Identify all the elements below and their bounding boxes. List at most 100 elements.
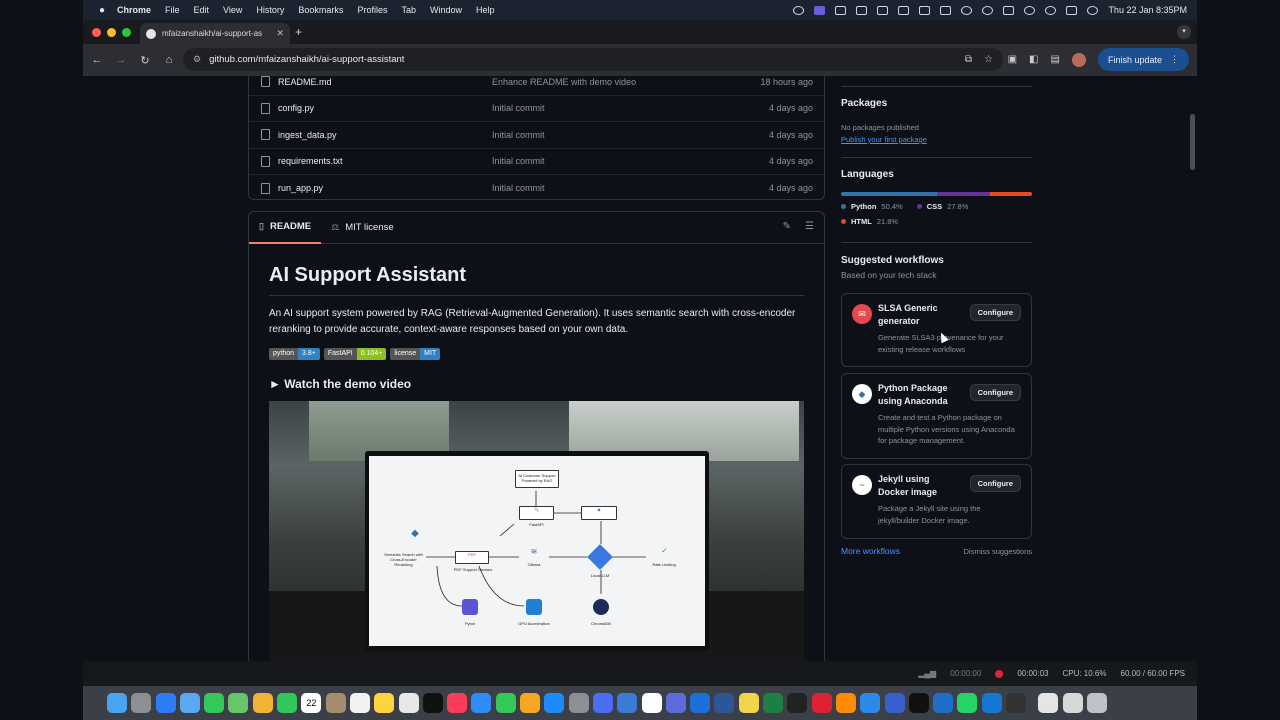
tv-icon[interactable] [422, 693, 443, 713]
facetime-icon[interactable] [277, 693, 298, 713]
menu-file[interactable]: File [165, 5, 180, 15]
app-store-icon[interactable] [544, 693, 565, 713]
app-icon[interactable] [1005, 693, 1026, 713]
file-row[interactable]: requirements.txt Initial commit 4 days a… [249, 149, 824, 175]
settings-icon[interactable] [568, 693, 589, 713]
app-icon[interactable] [811, 693, 832, 713]
install-icon[interactable]: ⧉ [965, 54, 972, 65]
file-row[interactable]: run_app.py Initial commit 4 days ago [249, 175, 824, 202]
file-name[interactable]: README.md [278, 77, 492, 87]
fastapi-badge[interactable]: FastAPI 0.104+ [323, 348, 387, 360]
menu-tab[interactable]: Tab [401, 5, 416, 15]
file-name[interactable]: config.py [278, 103, 492, 113]
document-icon[interactable] [1038, 693, 1059, 713]
calendar-icon[interactable]: 22 [301, 693, 322, 713]
folder-icon[interactable] [1062, 693, 1083, 713]
vlc-icon[interactable] [835, 693, 856, 713]
minimize-window-button[interactable] [107, 28, 116, 37]
photos-icon[interactable] [252, 693, 273, 713]
demo-video-toggle[interactable]: ► Watch the demo video [269, 377, 804, 391]
battery-icon[interactable] [1003, 5, 1015, 15]
excel-icon[interactable] [763, 693, 784, 713]
extensions-icon[interactable]: ◧ [1029, 54, 1038, 65]
menu-help[interactable]: Help [476, 5, 495, 15]
finish-update-button[interactable]: Finish update ⋮ [1097, 48, 1189, 71]
apple-icon[interactable]: ● [95, 5, 109, 16]
edit-pencil-icon[interactable]: ✎ [783, 221, 791, 232]
packages-title[interactable]: Packages [841, 98, 887, 109]
vscode-icon[interactable] [981, 693, 1002, 713]
license-badge[interactable]: license MIT [390, 348, 441, 360]
commit-message[interactable]: Enhance README with demo video [492, 77, 760, 87]
file-row[interactable]: ingest_data.py Initial commit 4 days ago [249, 122, 824, 149]
tab-license[interactable]: ⚖ MIT license [321, 212, 403, 244]
teams-icon[interactable] [690, 693, 711, 713]
messages-icon[interactable] [204, 693, 225, 713]
app-icon[interactable] [860, 693, 881, 713]
status-icon[interactable] [793, 5, 805, 15]
app-icon[interactable] [665, 693, 686, 713]
menu-edit[interactable]: Edit [194, 5, 210, 15]
address-bar[interactable]: ⚙ github.com/mfaizanshaikh/ai-support-as… [183, 48, 1003, 71]
reminders-icon[interactable] [349, 693, 370, 713]
outline-list-icon[interactable]: ☰ [805, 221, 814, 232]
maps-icon[interactable] [228, 693, 249, 713]
volume-icon[interactable] [940, 5, 952, 15]
configure-button[interactable]: Configure [969, 475, 1021, 492]
publish-package-link[interactable]: Publish your first package [841, 135, 927, 144]
lock-icon[interactable] [714, 693, 735, 713]
clock[interactable]: Thu 22 Jan 8:35PM [1108, 5, 1187, 15]
notes-app-icon[interactable] [738, 693, 759, 713]
language-html[interactable]: HTML 21.8% [841, 217, 898, 226]
siri-icon[interactable] [1087, 5, 1099, 15]
commit-message[interactable]: Initial commit [492, 103, 769, 113]
trash-icon[interactable] [1086, 693, 1107, 713]
terminal-icon[interactable] [908, 693, 929, 713]
arrow-icon[interactable] [877, 5, 889, 15]
forward-button[interactable]: → [109, 54, 133, 66]
more-workflows-link[interactable]: More workflows [841, 546, 900, 556]
chrome-icon[interactable] [641, 693, 662, 713]
gift-icon[interactable] [898, 5, 910, 15]
file-name[interactable]: requirements.txt [278, 156, 492, 166]
mail-icon[interactable] [179, 693, 200, 713]
language-css[interactable]: CSS 27.8% [916, 202, 968, 211]
scrollbar-thumb[interactable] [1190, 114, 1195, 170]
numbers-icon[interactable] [495, 693, 516, 713]
new-tab-button[interactable]: + [295, 25, 302, 39]
record-indicator-icon[interactable] [995, 669, 1004, 678]
menu-bookmarks[interactable]: Bookmarks [298, 5, 343, 15]
keynote-icon[interactable] [471, 693, 492, 713]
menu-view[interactable]: View [223, 5, 242, 15]
music-icon[interactable] [447, 693, 468, 713]
dismiss-suggestions-link[interactable]: Dismiss suggestions [964, 547, 1032, 556]
commit-message[interactable]: Initial commit [492, 156, 769, 166]
wifi-icon[interactable] [1024, 5, 1036, 15]
screen-record-icon[interactable] [814, 5, 826, 15]
url-text[interactable]: github.com/mfaizanshaikh/ai-support-assi… [209, 54, 404, 65]
close-tab-icon[interactable]: ✕ [276, 28, 284, 39]
launchpad-icon[interactable] [131, 693, 152, 713]
app-icon[interactable] [884, 693, 905, 713]
app-icon[interactable] [592, 693, 613, 713]
dots-icon[interactable] [982, 5, 994, 15]
tab-search-button[interactable]: ▾ [1177, 25, 1191, 39]
finder-icon[interactable] [107, 693, 127, 713]
app-icon[interactable] [933, 693, 954, 713]
file-name[interactable]: run_app.py [278, 183, 492, 193]
profile-avatar[interactable] [1071, 52, 1086, 67]
extension-gift-icon[interactable]: ▣ [1008, 54, 1017, 65]
window-icon[interactable] [856, 5, 868, 15]
commit-message[interactable]: Initial commit [492, 183, 769, 193]
freeform-icon[interactable] [398, 693, 419, 713]
commit-message[interactable]: Initial commit [492, 130, 769, 140]
reload-button[interactable]: ↻ [133, 54, 157, 67]
whatsapp-icon[interactable] [957, 693, 978, 713]
grid-icon[interactable] [835, 5, 847, 15]
browser-tab[interactable]: mfaizanshaikh/ai-support-as ✕ [140, 23, 290, 44]
menu-profiles[interactable]: Profiles [357, 5, 387, 15]
app-name[interactable]: Chrome [117, 5, 151, 15]
file-row[interactable]: README.md Enhance README with demo video… [249, 76, 824, 96]
bookmark-star-icon[interactable]: ☆ [984, 54, 993, 65]
python-badge[interactable]: python 3.8+ [269, 348, 320, 360]
